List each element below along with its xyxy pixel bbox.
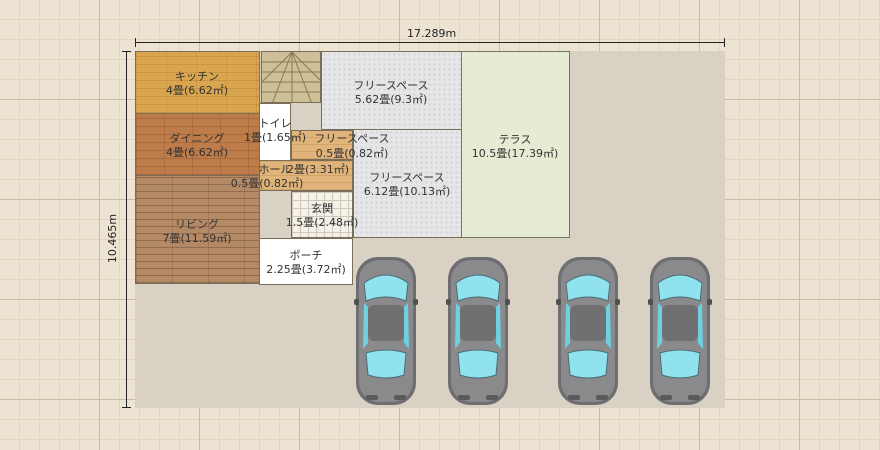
terrace-name: テラス xyxy=(498,133,532,146)
room-stairs[interactable] xyxy=(261,51,321,103)
hall-area: 2畳(3.31㎡) xyxy=(286,163,350,176)
car-icon-1 xyxy=(354,253,418,409)
genkan-area: 1.5畳(2.48㎡) xyxy=(285,216,359,229)
kitchen-area: 4畳(6.62㎡) xyxy=(165,84,229,97)
dining-name: ダイニング xyxy=(169,132,225,145)
kitchen-name: キッチン xyxy=(175,70,219,83)
dining-area: 4畳(6.62㎡) xyxy=(165,146,229,159)
terrace-area: 10.5畳(17.39㎡) xyxy=(471,147,559,160)
free-small-name: フリースペース xyxy=(314,132,390,145)
free-small-area: 0.5畳(0.82㎡) xyxy=(315,147,389,160)
car-icon-4 xyxy=(648,253,712,409)
living-name: リビング xyxy=(175,218,219,231)
stairs-icon xyxy=(262,52,320,102)
car-icon-3 xyxy=(556,253,620,409)
width-label: 17.289m xyxy=(407,27,457,40)
porch-area: 2.25畳(3.72㎡) xyxy=(266,263,346,276)
free-mid-area: 6.12畳(10.13㎡) xyxy=(363,185,451,198)
height-label: 10.465m xyxy=(106,213,120,264)
free-top-name: フリースペース xyxy=(353,79,429,92)
porch-name: ポーチ xyxy=(289,249,323,262)
living-area: 7畳(11.59㎡) xyxy=(162,232,232,245)
hall2-area: 0.5畳(0.82㎡) xyxy=(230,177,304,190)
car-icon-2 xyxy=(446,253,510,409)
free-top-area: 5.62畳(9.3㎡) xyxy=(354,93,428,106)
free-mid-name: フリースペース xyxy=(369,171,445,184)
toilet-name: トイレ xyxy=(258,117,292,130)
genkan-name: 玄関 xyxy=(311,202,333,215)
toilet-area: 1畳(1.65㎡) xyxy=(243,131,307,144)
